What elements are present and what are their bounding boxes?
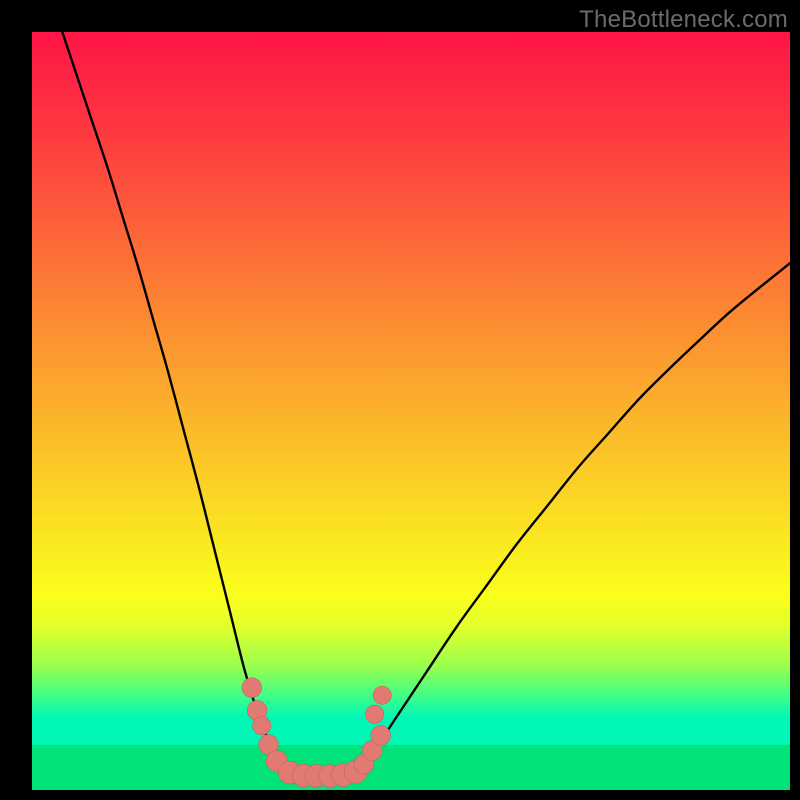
background-gradient (32, 32, 790, 790)
plot-area (32, 32, 790, 790)
watermark-text: TheBottleneck.com (579, 6, 788, 34)
chart-frame: TheBottleneck.com (0, 0, 800, 800)
